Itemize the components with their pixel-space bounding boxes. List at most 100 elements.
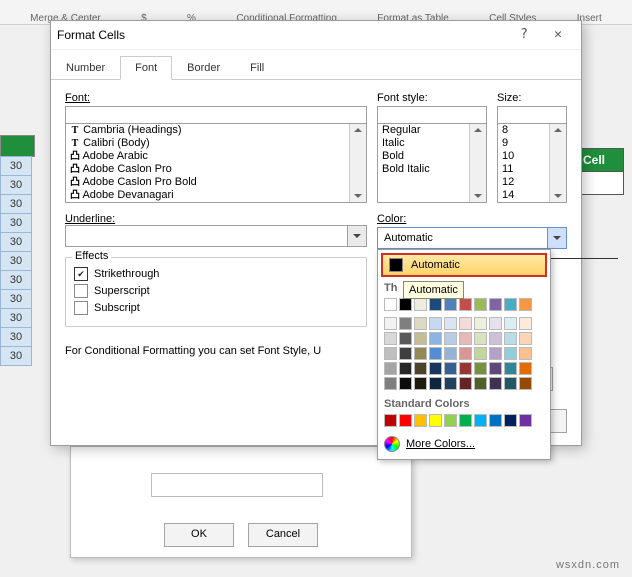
color-swatch[interactable] — [459, 362, 472, 375]
color-swatch[interactable] — [504, 332, 517, 345]
tab-font[interactable]: Font — [120, 56, 172, 80]
color-swatch[interactable] — [414, 362, 427, 375]
color-swatch[interactable] — [429, 317, 442, 330]
chevron-down-icon[interactable] — [347, 226, 366, 246]
tab-fill[interactable]: Fill — [235, 56, 279, 80]
close-button[interactable]: ✕ — [541, 24, 575, 46]
scrollbar[interactable] — [549, 124, 566, 202]
row-number[interactable]: 30 — [0, 270, 32, 290]
color-swatch[interactable] — [384, 298, 397, 311]
color-swatch[interactable] — [414, 298, 427, 311]
color-swatch[interactable] — [399, 362, 412, 375]
color-swatch[interactable] — [489, 298, 502, 311]
color-swatch[interactable] — [414, 377, 427, 390]
column-header[interactable] — [0, 135, 35, 157]
color-swatch[interactable] — [519, 414, 532, 427]
color-swatch[interactable] — [384, 414, 397, 427]
color-swatch[interactable] — [519, 362, 532, 375]
chevron-down-icon[interactable] — [547, 228, 566, 248]
color-swatch[interactable] — [459, 298, 472, 311]
subscript-checkbox[interactable]: Subscript — [74, 301, 358, 315]
font-list[interactable]: T Cambria (Headings) T Calibri (Body) 凸 … — [65, 123, 367, 203]
color-swatch[interactable] — [459, 317, 472, 330]
tab-number[interactable]: Number — [51, 56, 120, 80]
superscript-checkbox[interactable]: Superscript — [74, 284, 358, 298]
row-number[interactable]: 30 — [0, 289, 32, 309]
scrollbar[interactable] — [469, 124, 486, 202]
color-swatch[interactable] — [519, 347, 532, 360]
color-swatch[interactable] — [444, 362, 457, 375]
color-swatch[interactable] — [474, 332, 487, 345]
font-style-list[interactable]: Regular Italic Bold Bold Italic — [377, 123, 487, 203]
more-colors-option[interactable]: More Colors... — [378, 433, 550, 455]
color-swatch[interactable] — [459, 377, 472, 390]
color-swatch[interactable] — [399, 298, 412, 311]
automatic-color-option[interactable]: Automatic Automatic — [381, 253, 547, 277]
color-swatch[interactable] — [474, 414, 487, 427]
help-button[interactable]: ? — [507, 24, 541, 46]
color-swatch[interactable] — [519, 298, 532, 311]
color-swatch[interactable] — [399, 347, 412, 360]
color-swatch[interactable] — [399, 317, 412, 330]
color-swatch[interactable] — [504, 347, 517, 360]
color-swatch[interactable] — [399, 332, 412, 345]
color-swatch[interactable] — [474, 347, 487, 360]
color-swatch[interactable] — [459, 332, 472, 345]
color-swatch[interactable] — [429, 332, 442, 345]
color-swatch[interactable] — [474, 298, 487, 311]
row-number[interactable]: 30 — [0, 251, 32, 271]
color-swatch[interactable] — [504, 377, 517, 390]
sub-dialog-field[interactable] — [151, 473, 323, 497]
color-swatch[interactable] — [519, 332, 532, 345]
color-swatch[interactable] — [429, 414, 442, 427]
underline-select[interactable] — [65, 225, 367, 247]
color-swatch[interactable] — [489, 347, 502, 360]
sub-cancel-button[interactable]: Cancel — [248, 523, 318, 547]
color-swatch[interactable] — [519, 377, 532, 390]
color-swatch[interactable] — [429, 298, 442, 311]
font-style-input[interactable] — [377, 106, 487, 124]
color-swatch[interactable] — [384, 377, 397, 390]
color-swatch[interactable] — [384, 332, 397, 345]
color-swatch[interactable] — [399, 414, 412, 427]
color-swatch[interactable] — [444, 347, 457, 360]
size-list[interactable]: 8 9 10 11 12 14 — [497, 123, 567, 203]
color-swatch[interactable] — [474, 317, 487, 330]
color-swatch[interactable] — [474, 362, 487, 375]
row-number[interactable]: 30 — [0, 156, 32, 176]
color-swatch[interactable] — [414, 317, 427, 330]
row-number[interactable]: 30 — [0, 213, 32, 233]
color-swatch[interactable] — [489, 332, 502, 345]
color-swatch[interactable] — [489, 414, 502, 427]
color-swatch[interactable] — [459, 347, 472, 360]
color-swatch[interactable] — [459, 414, 472, 427]
color-swatch[interactable] — [384, 362, 397, 375]
color-swatch[interactable] — [504, 362, 517, 375]
color-swatch[interactable] — [489, 317, 502, 330]
color-swatch[interactable] — [414, 332, 427, 345]
color-swatch[interactable] — [444, 332, 457, 345]
color-swatch[interactable] — [504, 414, 517, 427]
color-swatch[interactable] — [519, 317, 532, 330]
color-swatch[interactable] — [429, 362, 442, 375]
color-swatch[interactable] — [399, 377, 412, 390]
tab-border[interactable]: Border — [172, 56, 235, 80]
color-swatch[interactable] — [489, 362, 502, 375]
color-swatch[interactable] — [384, 317, 397, 330]
strikethrough-checkbox[interactable]: Strikethrough — [74, 267, 358, 281]
row-number[interactable]: 30 — [0, 194, 32, 214]
font-input[interactable] — [65, 106, 367, 124]
size-input[interactable] — [497, 106, 567, 124]
titlebar[interactable]: Format Cells ? ✕ — [51, 21, 581, 50]
color-swatch[interactable] — [444, 317, 457, 330]
color-swatch[interactable] — [444, 377, 457, 390]
row-number[interactable]: 30 — [0, 308, 32, 328]
color-swatch[interactable] — [474, 377, 487, 390]
row-number[interactable]: 30 — [0, 232, 32, 252]
color-swatch[interactable] — [489, 377, 502, 390]
scrollbar[interactable] — [349, 124, 366, 202]
row-number[interactable]: 30 — [0, 346, 32, 366]
color-swatch[interactable] — [504, 317, 517, 330]
color-select[interactable]: Automatic — [377, 227, 567, 249]
row-number[interactable]: 30 — [0, 175, 32, 195]
